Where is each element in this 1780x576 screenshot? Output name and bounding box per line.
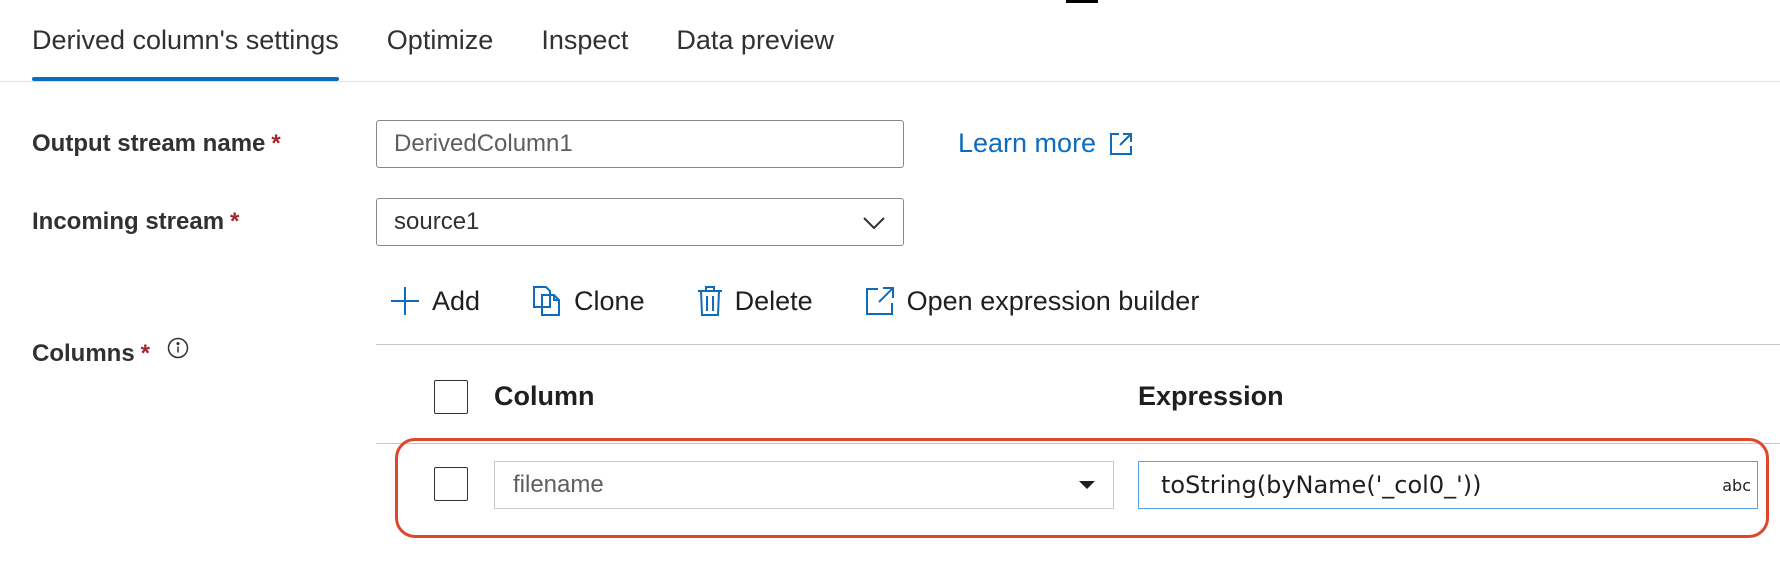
tab-label: Inspect <box>541 25 629 55</box>
columns-toolbar: Add Clone Delete Open expression builder <box>390 280 1251 322</box>
dropdown-value: source1 <box>394 208 480 235</box>
column-header[interactable]: Column <box>494 381 595 412</box>
link-label: Learn more <box>958 128 1097 158</box>
required-asterisk: * <box>271 130 281 157</box>
incoming-stream-label: Incoming stream * <box>32 208 239 236</box>
button-label: Clone <box>574 285 645 316</box>
tab-data-preview[interactable]: Data preview <box>676 0 834 81</box>
tab-label: Optimize <box>386 25 494 55</box>
expression-value: toString(byName('_col0_')) <box>1161 471 1482 499</box>
button-label: Open expression builder <box>906 285 1200 316</box>
required-asterisk: * <box>230 208 240 235</box>
tab-derived-column-settings[interactable]: Derived column's settings <box>32 0 339 81</box>
add-button[interactable]: Add <box>390 286 480 317</box>
required-asterisk: * <box>140 340 151 367</box>
tab-label: Data preview <box>676 25 834 55</box>
output-stream-name-input[interactable]: DerivedColumn1 <box>376 120 904 168</box>
column-name-dropdown[interactable]: filename <box>494 461 1114 509</box>
row-checkbox[interactable] <box>434 467 468 501</box>
delete-button[interactable]: Delete <box>697 285 813 317</box>
tab-bar: Derived column's settings Optimize Inspe… <box>32 0 882 81</box>
clone-icon <box>533 286 561 316</box>
open-external-icon <box>1110 132 1133 155</box>
open-external-icon <box>865 287 894 315</box>
tab-label: Derived column's settings <box>32 25 339 55</box>
select-all-checkbox[interactable] <box>434 380 468 414</box>
chevron-down-icon <box>863 217 885 230</box>
top-indicator <box>1066 0 1098 3</box>
info-icon[interactable] <box>167 337 189 359</box>
label-text: Columns <box>32 340 135 367</box>
clone-button[interactable]: Clone <box>532 285 645 317</box>
incoming-stream-dropdown[interactable]: source1 <box>376 198 904 246</box>
tab-inspect[interactable]: Inspect <box>541 0 628 81</box>
label-text: Output stream name <box>32 130 266 157</box>
trash-icon <box>697 286 722 316</box>
columns-label: Columns * <box>32 340 150 368</box>
input-value: DerivedColumn1 <box>394 130 573 157</box>
open-expression-builder-button[interactable]: Open expression builder <box>865 285 1200 317</box>
expression-header[interactable]: Expression <box>1138 381 1284 412</box>
plus-icon <box>391 287 419 315</box>
toolbar-divider <box>376 344 1780 345</box>
button-label: Add <box>432 285 481 316</box>
button-label: Delete <box>734 285 813 316</box>
tab-divider <box>0 81 1780 82</box>
column-name-value: filename <box>513 471 604 498</box>
string-type-badge: abc <box>1722 475 1751 495</box>
caret-down-icon <box>1079 481 1095 489</box>
expression-input[interactable]: toString(byName('_col0_')) abc <box>1138 461 1758 509</box>
learn-more-link[interactable]: Learn more <box>958 128 1134 159</box>
label-text: Incoming stream <box>32 208 225 235</box>
output-stream-name-label: Output stream name * <box>32 130 281 158</box>
tab-optimize[interactable]: Optimize <box>387 0 494 81</box>
